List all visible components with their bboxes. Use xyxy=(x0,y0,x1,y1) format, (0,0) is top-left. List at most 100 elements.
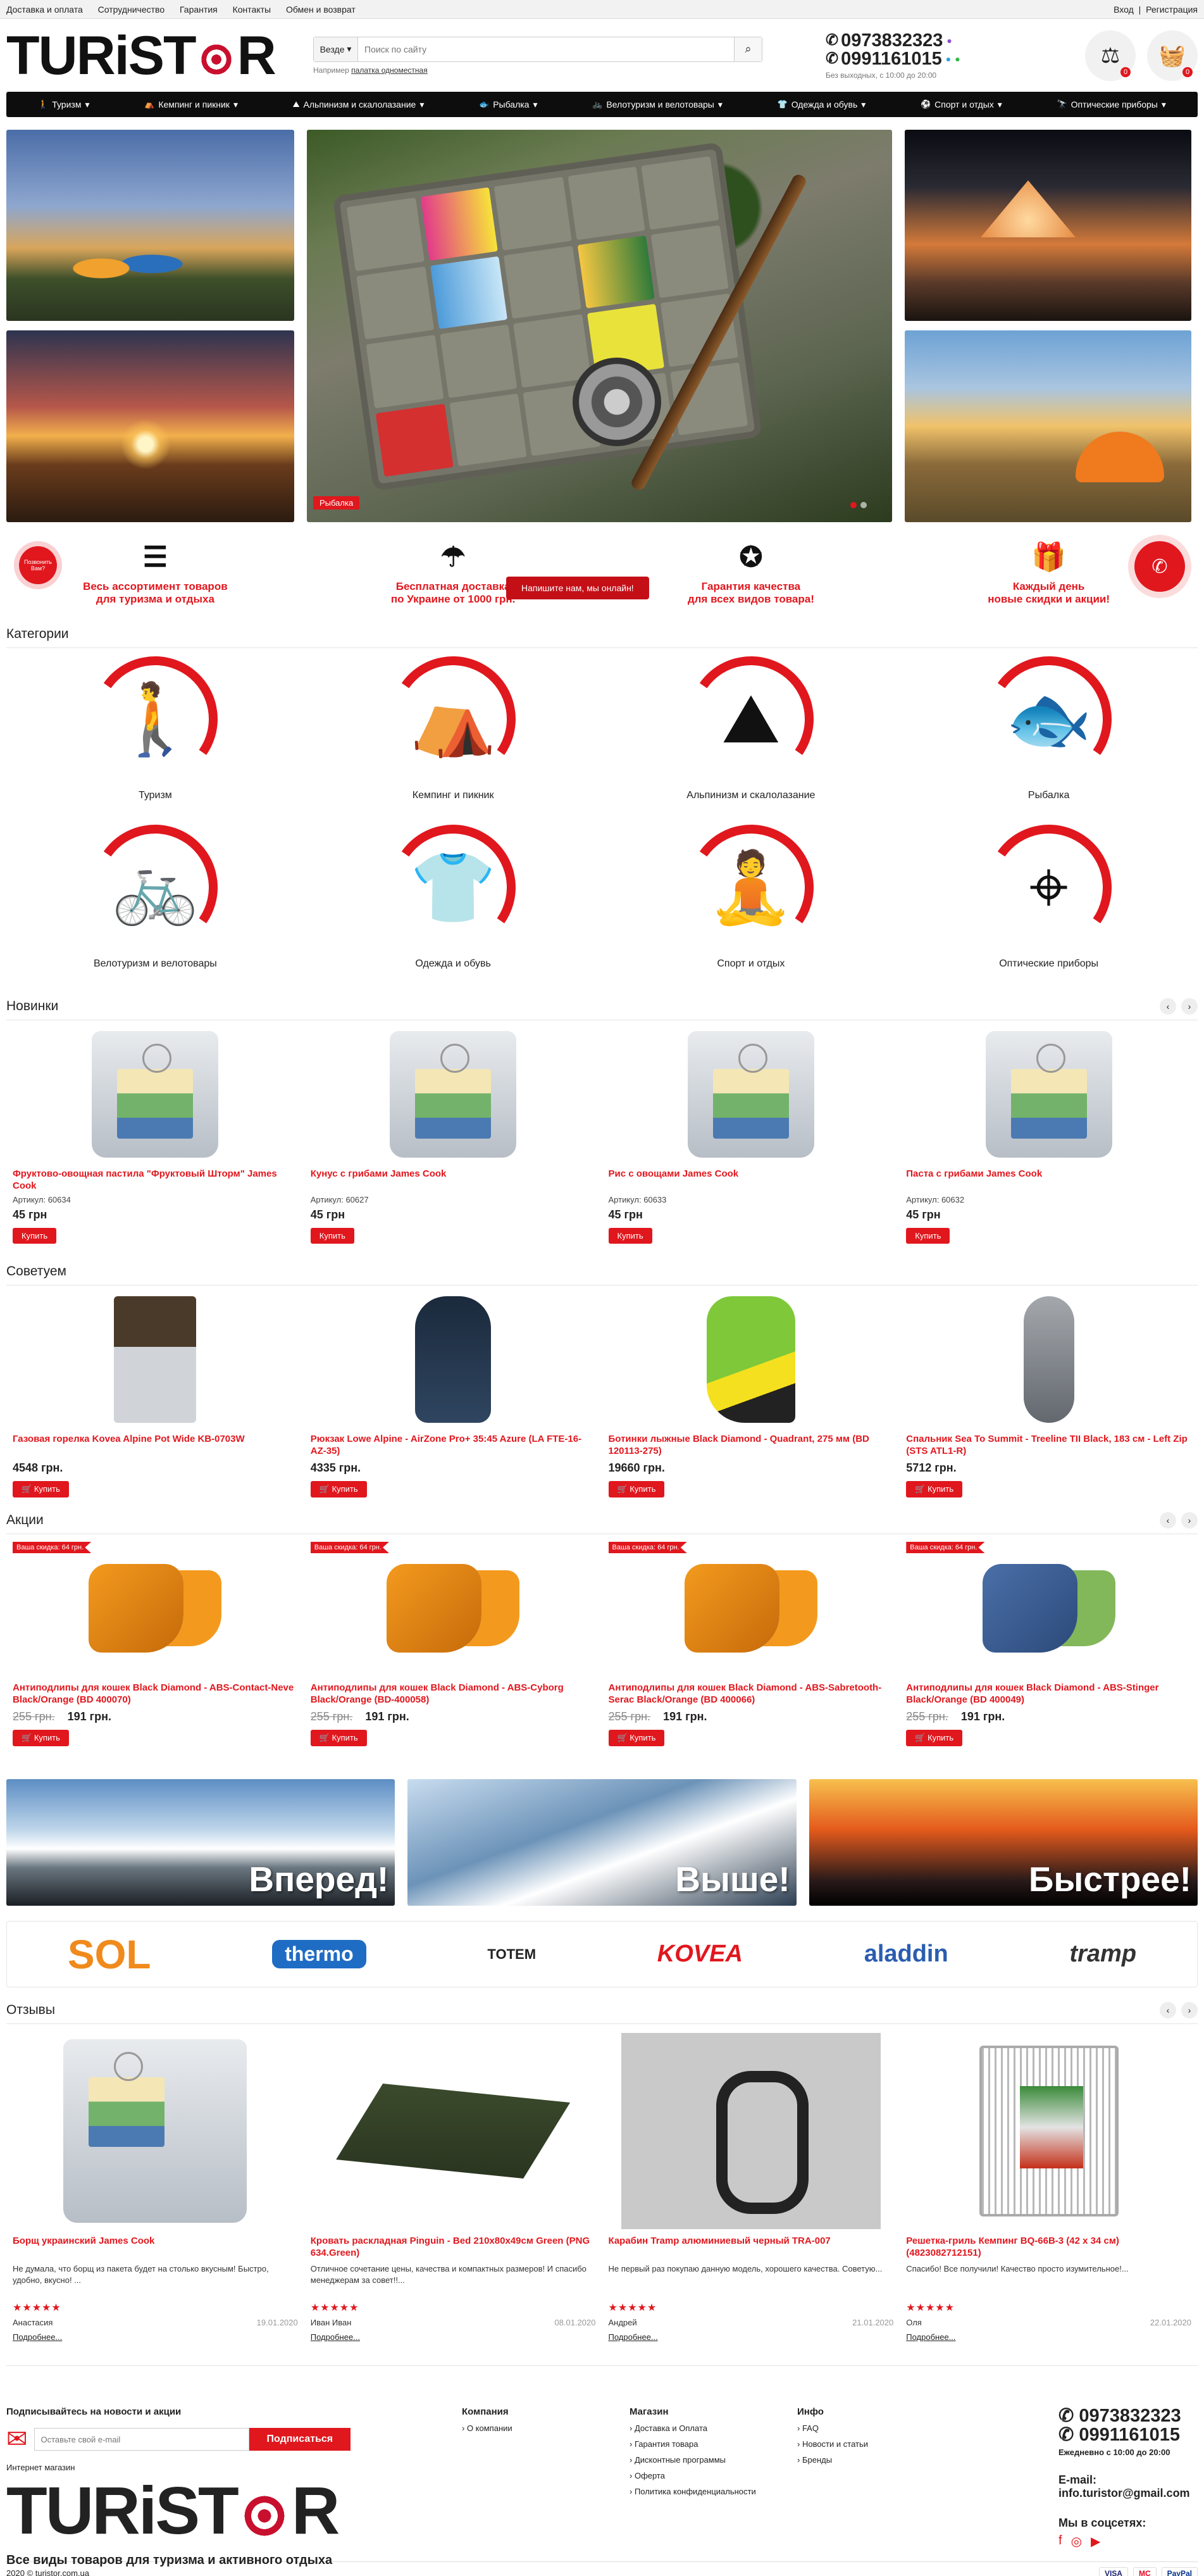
nav-camping[interactable]: ⛺ Кемпинг и пикник ▾ xyxy=(144,99,238,110)
footer-link[interactable]: › Оферта xyxy=(630,2471,797,2480)
site-logo[interactable]: TURiST R xyxy=(6,28,297,83)
chevron-right-icon[interactable]: › xyxy=(1181,2001,1198,2018)
product-image[interactable] xyxy=(13,1293,298,1426)
search-hint-example[interactable]: палатка одноместная xyxy=(351,66,428,75)
more-link[interactable]: Подробнее... xyxy=(13,2332,62,2342)
callback-button[interactable]: Позвонить Вам? xyxy=(19,546,57,584)
product-image[interactable] xyxy=(311,1542,596,1675)
chevron-left-icon[interactable]: ‹ xyxy=(1160,997,1176,1015)
buy-button[interactable]: Купить xyxy=(310,1228,354,1244)
compare-button[interactable]: ⚖ 0 xyxy=(1085,30,1136,81)
brand-kovea[interactable]: KOVEA xyxy=(657,1941,743,1968)
product-image[interactable] xyxy=(609,1293,894,1426)
more-link[interactable]: Подробнее... xyxy=(906,2332,955,2342)
brand-tramp[interactable]: tramp xyxy=(1069,1941,1136,1968)
hero-slide-label[interactable]: Рыбалка xyxy=(313,496,360,510)
category-sport[interactable]: 🧘 Спорт и отдых xyxy=(602,824,900,992)
hero-image-sunset[interactable] xyxy=(6,330,294,522)
footer-email[interactable]: info.turistor@gmail.com xyxy=(1058,2487,1198,2500)
review-product-name[interactable]: Карабин Tramp алюминиевый черный TRA-007 xyxy=(609,2235,894,2260)
product-name[interactable]: Антиподлипы для кошек Black Diamond - AB… xyxy=(13,1682,298,1706)
chevron-left-icon[interactable]: ‹ xyxy=(1160,2001,1176,2018)
search-input[interactable] xyxy=(358,37,734,61)
review-product-name[interactable]: Кровать раскладная Pinguin - Bed 210x80x… xyxy=(311,2235,596,2260)
brand-aladdin[interactable]: aladdin xyxy=(864,1941,948,1968)
buy-button[interactable]: Купить xyxy=(608,1228,652,1244)
footer-link[interactable]: › Доставка и Оплата xyxy=(630,2423,797,2433)
youtube-icon[interactable]: ▶ xyxy=(1091,2534,1100,2549)
footer-link[interactable]: › О компании xyxy=(462,2423,630,2433)
buy-button[interactable]: 🛒 Купить xyxy=(608,1730,665,1746)
chevron-left-icon[interactable]: ‹ xyxy=(1160,1511,1176,1529)
product-name[interactable]: Паста с грибами James Cook xyxy=(906,1168,1191,1192)
viber-icon[interactable]: ● xyxy=(946,36,952,45)
chevron-right-icon[interactable]: › xyxy=(1181,1511,1198,1529)
register-link[interactable]: Регистрация xyxy=(1146,4,1198,15)
review-product-image[interactable] xyxy=(13,2033,298,2229)
banner-faster[interactable]: Быстрее! xyxy=(809,1779,1198,1906)
buy-button[interactable]: 🛒 Купить xyxy=(13,1481,69,1497)
banner-forward[interactable]: Вперед! xyxy=(6,1779,395,1906)
nav-tourism[interactable]: 🚶 Туризм ▾ xyxy=(38,99,89,110)
nav-sport[interactable]: ⚽ Спорт и отдых ▾ xyxy=(921,99,1002,110)
product-name[interactable]: Рюкзак Lowe Alpine - AirZone Pro+ 35:45 … xyxy=(311,1434,596,1458)
top-link-exchange[interactable]: Обмен и возврат xyxy=(286,4,356,15)
nav-climbing[interactable]: ⛰ Альпинизм и скалолазание ▾ xyxy=(293,99,425,110)
product-name[interactable]: Ботинки лыжные Black Diamond - Quadrant,… xyxy=(609,1434,894,1458)
search-category-select[interactable]: Везде ▾ xyxy=(314,37,358,61)
hero-image-hammock-tent[interactable] xyxy=(905,130,1191,321)
review-product-name[interactable]: Борщ украинский James Cook xyxy=(13,2235,298,2260)
hero-image-camp[interactable] xyxy=(6,130,294,321)
category-fishing[interactable]: 🐟 Рыбалка xyxy=(900,656,1198,824)
chat-popup[interactable]: Напишите нам, мы онлайн! xyxy=(506,577,649,599)
top-link-cooperation[interactable]: Сотрудничество xyxy=(98,4,164,15)
product-image[interactable] xyxy=(13,1542,298,1675)
footer-phone-2[interactable]: ✆ 0991161015 xyxy=(1058,2425,1198,2444)
brand-totem[interactable]: TOTEM xyxy=(487,1946,536,1963)
product-name[interactable]: Рис с овощами James Cook xyxy=(609,1168,894,1192)
brand-sol[interactable]: SOL xyxy=(68,1931,151,1978)
footer-link[interactable]: › Гарантия товара xyxy=(630,2439,797,2449)
buy-button[interactable]: 🛒 Купить xyxy=(906,1481,963,1497)
buy-button[interactable]: Купить xyxy=(13,1228,57,1244)
review-product-name[interactable]: Решетка-гриль Кемпинг BQ-66B-3 (42 х 34 … xyxy=(906,2235,1191,2260)
product-image[interactable] xyxy=(906,1028,1191,1161)
subscribe-email-input[interactable] xyxy=(34,2428,249,2451)
category-clothes[interactable]: 👕 Одежда и обувь xyxy=(304,824,602,992)
cart-button[interactable]: 🧺 0 xyxy=(1147,30,1198,81)
phone-call-button[interactable]: ✆ xyxy=(1134,541,1185,592)
chevron-right-icon[interactable]: › xyxy=(1181,997,1198,1015)
telegram-icon[interactable]: ● xyxy=(946,54,951,63)
buy-button[interactable]: 🛒 Купить xyxy=(13,1730,69,1746)
footer-link[interactable]: › Новости и статьи xyxy=(797,2439,965,2449)
product-image[interactable] xyxy=(609,1028,894,1161)
nav-clothes[interactable]: 👕 Одежда и обувь ▾ xyxy=(778,99,866,110)
buy-button[interactable]: 🛒 Купить xyxy=(906,1730,963,1746)
product-name[interactable]: Фруктово-овощная пастила "Фруктовый Штор… xyxy=(13,1168,298,1192)
footer-link[interactable]: › Дисконтные программы xyxy=(630,2455,797,2465)
search-icon[interactable]: ⌕ xyxy=(734,37,762,61)
slider-dot[interactable] xyxy=(860,502,867,508)
buy-button[interactable]: 🛒 Купить xyxy=(608,1481,665,1497)
footer-link[interactable]: › Бренды xyxy=(797,2455,965,2465)
phone-1[interactable]: ✆ 0973832323 ● xyxy=(826,31,952,50)
nav-optics[interactable]: 🔭 Оптические приборы ▾ xyxy=(1057,99,1165,110)
product-name[interactable]: Антиподлипы для кошек Black Diamond - AB… xyxy=(311,1682,596,1706)
top-link-contacts[interactable]: Контакты xyxy=(233,4,271,15)
nav-cycling[interactable]: 🚲 Велотуризм и велотовары ▾ xyxy=(592,99,723,110)
buy-button[interactable]: 🛒 Купить xyxy=(310,1481,367,1497)
footer-phone-1[interactable]: ✆ 0973832323 xyxy=(1058,2406,1198,2425)
product-name[interactable]: Кунус с грибами James Cook xyxy=(311,1168,596,1192)
product-name[interactable]: Антиподлипы для кошек Black Diamond - AB… xyxy=(609,1682,894,1706)
product-name[interactable]: Газовая горелка Kovea Alpine Pot Wide KB… xyxy=(13,1434,298,1458)
hero-image-mountain-tent[interactable] xyxy=(905,330,1191,522)
nav-fishing[interactable]: 🐟 Рыбалка ▾ xyxy=(479,99,538,110)
top-link-warranty[interactable]: Гарантия xyxy=(180,4,218,15)
whatsapp-icon[interactable]: ● xyxy=(955,54,960,63)
more-link[interactable]: Подробнее... xyxy=(311,2332,360,2342)
review-product-image[interactable] xyxy=(311,2033,596,2229)
more-link[interactable]: Подробнее... xyxy=(609,2332,658,2342)
category-cycling[interactable]: 🚲 Велотуризм и велотовары xyxy=(6,824,304,992)
category-camping[interactable]: ⛺ Кемпинг и пикник xyxy=(304,656,602,824)
footer-link[interactable]: › Политика конфиденциальности xyxy=(630,2487,797,2496)
